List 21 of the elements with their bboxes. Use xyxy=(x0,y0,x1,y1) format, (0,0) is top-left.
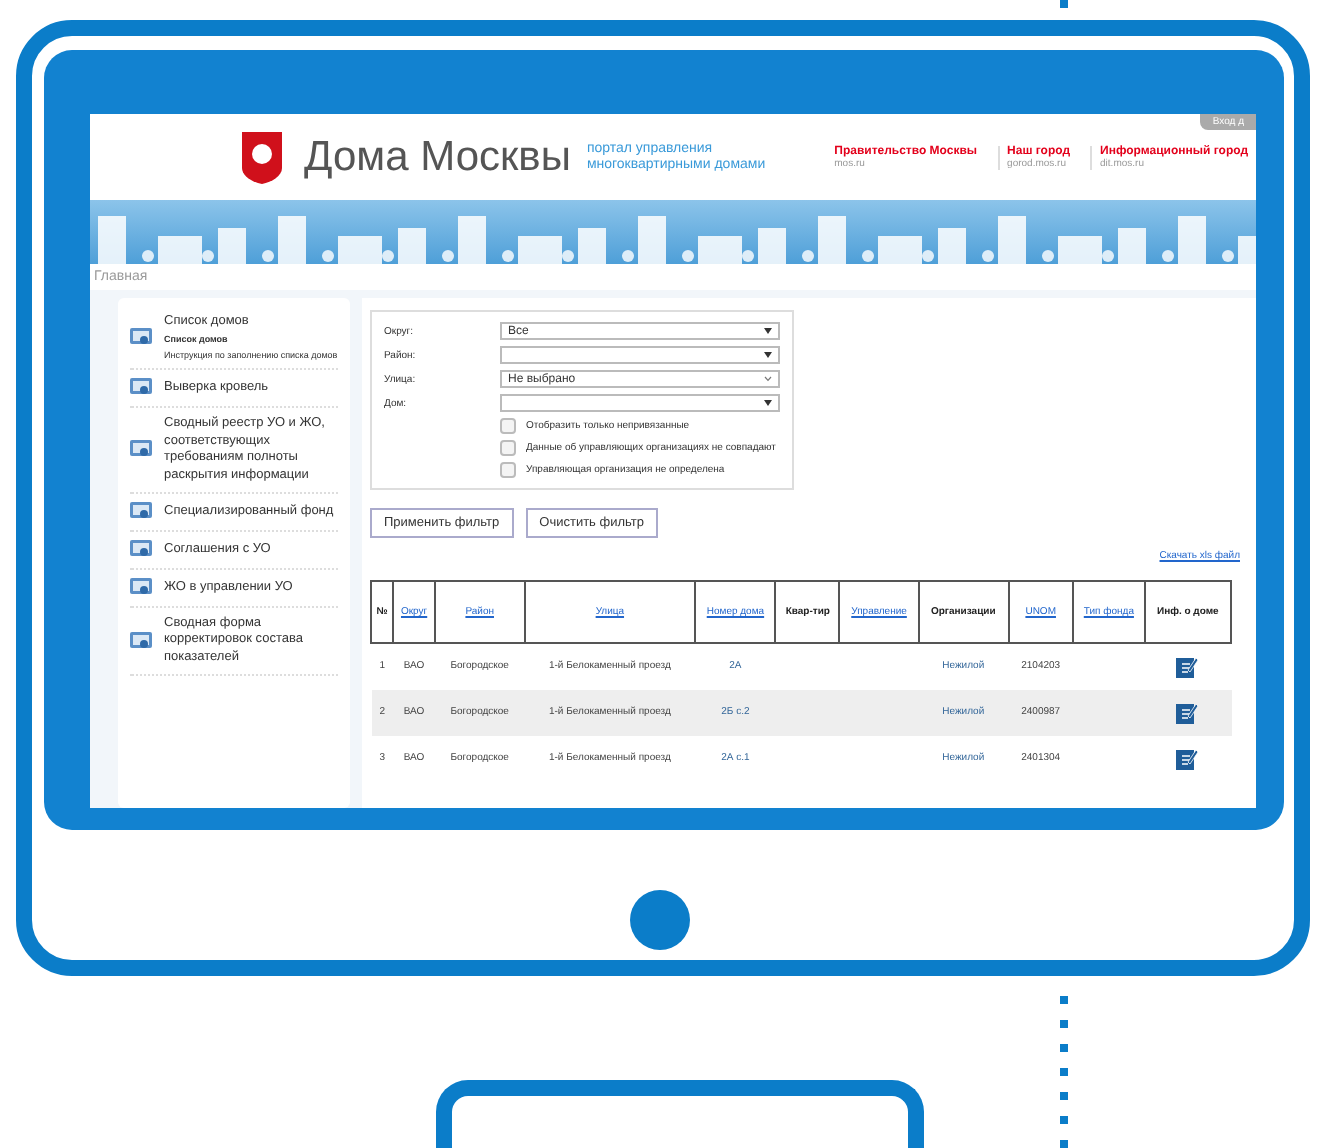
checkbox[interactable] xyxy=(500,440,516,456)
monitor-icon xyxy=(130,501,152,522)
select-field[interactable] xyxy=(500,346,780,364)
checkbox[interactable] xyxy=(500,418,516,434)
document-edit-icon[interactable] xyxy=(1176,701,1199,723)
monitor-icon xyxy=(130,378,152,399)
caret-down-icon xyxy=(764,328,772,334)
monitor-icon xyxy=(130,577,152,598)
coat-of-arms-icon xyxy=(240,129,284,185)
checkbox[interactable] xyxy=(500,462,516,478)
document-edit-icon[interactable] xyxy=(1176,655,1199,678)
site-title: Дома Москвы xyxy=(304,133,571,181)
monitor-icon xyxy=(130,631,152,652)
monitor-icon xyxy=(130,327,152,348)
monitor-icon xyxy=(130,440,152,461)
chevron-down-icon xyxy=(764,376,772,382)
select-field[interactable] xyxy=(500,394,780,412)
monitor-icon xyxy=(130,539,152,560)
caret-down-icon xyxy=(764,352,772,358)
caret-down-icon xyxy=(764,400,772,406)
document-edit-icon[interactable] xyxy=(1176,747,1199,769)
